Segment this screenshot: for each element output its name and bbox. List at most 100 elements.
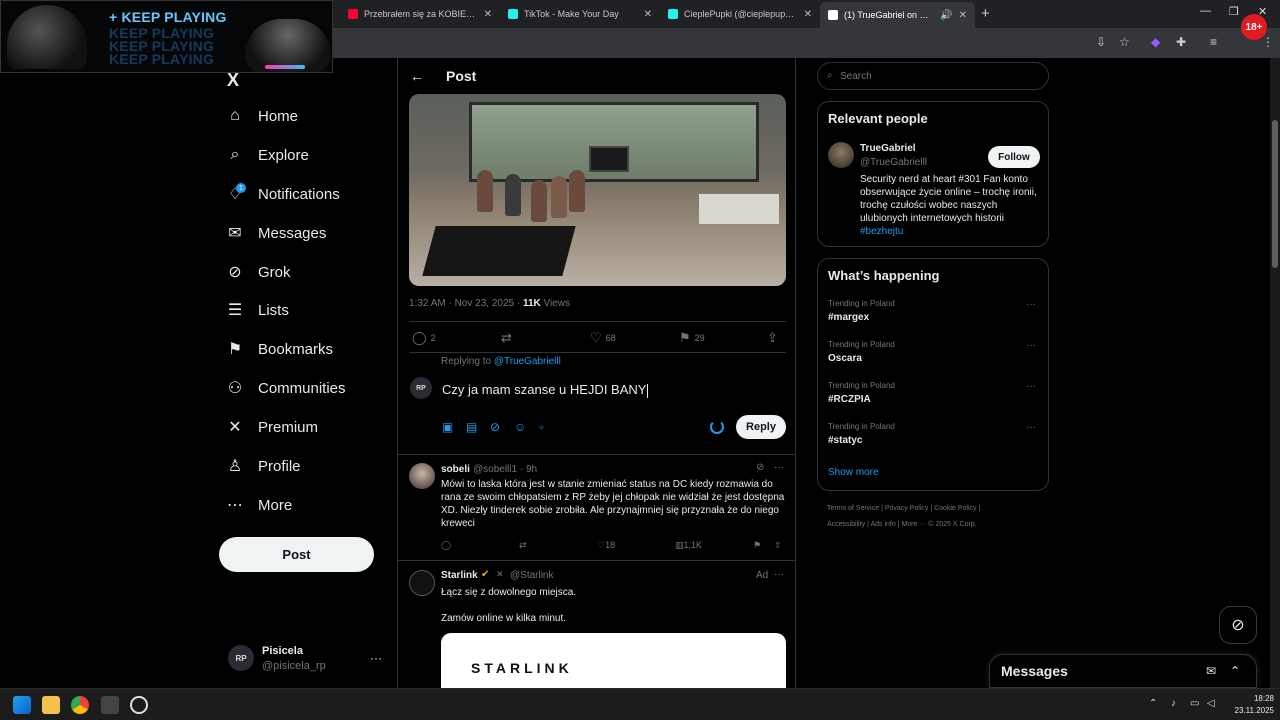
- network-icon[interactable]: ▭: [1190, 698, 1199, 709]
- close-icon[interactable]: ✕: [959, 10, 967, 21]
- repost-action[interactable]: ⇄: [501, 330, 516, 346]
- close-icon[interactable]: ✕: [644, 9, 652, 20]
- more-icon[interactable]: ···: [1026, 381, 1036, 392]
- more-icon[interactable]: ···: [1026, 299, 1036, 310]
- grok-floating-button[interactable]: ⊘: [1219, 606, 1257, 644]
- bookmark-action[interactable]: ⚑ 29: [679, 330, 705, 346]
- close-icon[interactable]: ✕: [804, 9, 812, 20]
- share-action[interactable]: ⇪: [767, 330, 782, 346]
- like-action[interactable]: ♡ 68: [590, 330, 616, 346]
- close-icon[interactable]: ✕: [484, 9, 492, 20]
- sidebar-item-profile[interactable]: ♙ Profile: [226, 451, 301, 481]
- location-icon[interactable]: ⌖: [538, 420, 550, 435]
- share-icon[interactable]: ⇪: [774, 540, 782, 551]
- follow-button[interactable]: Follow: [988, 146, 1040, 168]
- avatar[interactable]: RP: [410, 377, 432, 399]
- sidebar-item-messages[interactable]: ✉ Messages: [226, 218, 326, 248]
- bookmark-icon[interactable]: ⚑: [753, 540, 761, 551]
- person-handle[interactable]: @TrueGabrielll: [860, 157, 927, 168]
- ad-card[interactable]: STARLINK: [441, 633, 786, 688]
- trend-name[interactable]: #margex: [828, 312, 869, 323]
- app-icon[interactable]: [101, 696, 119, 714]
- sidebar-item-explore[interactable]: ⌕ Explore: [226, 140, 309, 170]
- trend-name[interactable]: #statyc: [828, 435, 862, 446]
- avatar[interactable]: RP: [228, 645, 254, 671]
- overlay-ad[interactable]: + KEEP PLAYING KEEP PLAYING KEEP PLAYING…: [0, 0, 333, 73]
- reply-author-handle[interactable]: @sobelli1 · 9h: [473, 464, 537, 475]
- collapse-icon[interactable]: ⌃: [1230, 664, 1240, 678]
- extension-icon[interactable]: ◆: [1151, 35, 1160, 49]
- chrome-icon[interactable]: [71, 696, 89, 714]
- bio-hashtag[interactable]: #bezhejtu: [860, 226, 903, 237]
- maximize-icon[interactable]: ❐: [1229, 5, 1239, 18]
- person-name[interactable]: TrueGabriel: [860, 143, 916, 154]
- sidebar-item-home[interactable]: ⌂ Home: [226, 101, 298, 131]
- more-icon[interactable]: ···: [774, 462, 784, 473]
- browser-tab-2[interactable]: TikTok - Make Your Day ✕: [500, 3, 660, 25]
- sidebar-item-grok[interactable]: ⊘ Grok: [226, 257, 290, 287]
- account-more-icon[interactable]: ···: [370, 651, 382, 665]
- like-action[interactable]: ♡ 18: [597, 540, 615, 551]
- footer-links[interactable]: Accessibility | Ads info | More ··· © 20…: [827, 521, 977, 528]
- file-explorer-icon[interactable]: [42, 696, 60, 714]
- repost-icon[interactable]: ⇄: [519, 540, 527, 551]
- more-icon[interactable]: ···: [1026, 340, 1036, 351]
- trend-name[interactable]: Oscara: [828, 353, 862, 364]
- reply-input-text[interactable]: Czy ja mam szanse u HEJDI BANY: [442, 382, 646, 397]
- minimize-icon[interactable]: —: [1200, 5, 1211, 17]
- ad-author-handle[interactable]: @Starlink: [510, 570, 554, 581]
- gif-icon[interactable]: ▤: [466, 420, 478, 435]
- sidebar-item-lists[interactable]: ☰ Lists: [226, 295, 289, 325]
- ad-author-name[interactable]: Starlink: [441, 570, 478, 581]
- emoji-icon[interactable]: ☺: [514, 420, 526, 435]
- starlink-logo[interactable]: [409, 570, 435, 596]
- image-icon[interactable]: ▣: [442, 420, 454, 435]
- account-name[interactable]: Pisicela: [262, 645, 303, 657]
- grok-icon[interactable]: ⊘: [490, 420, 502, 435]
- sidebar-item-communities[interactable]: ⚇ Communities: [226, 373, 346, 403]
- footer-links[interactable]: Terms of Service | Privacy Policy | Cook…: [827, 505, 980, 512]
- kebab-menu-icon[interactable]: ⋮: [1262, 35, 1274, 49]
- grok-icon[interactable]: ⊘: [756, 462, 764, 473]
- browser-tab-active[interactable]: (1) TrueGabriel on X: "Moc 🔊 ✕: [820, 2, 975, 28]
- post-media-image[interactable]: [409, 94, 786, 286]
- reply-action[interactable]: ◯ 2: [412, 330, 436, 346]
- sidebar-item-bookmarks[interactable]: ⚑ Bookmarks: [226, 334, 333, 364]
- star-icon[interactable]: ☆: [1119, 35, 1130, 49]
- sidebar-item-more[interactable]: ⋯ More: [226, 490, 292, 520]
- replying-handle[interactable]: @TrueGabrielll: [494, 356, 561, 367]
- new-tab-button[interactable]: +: [981, 5, 990, 22]
- browser-tab-1[interactable]: Przebrałem się za KOBIETĘ na S ✕: [340, 3, 500, 25]
- account-handle[interactable]: @pisicela_rp: [262, 660, 326, 672]
- post-button[interactable]: Post: [219, 537, 374, 572]
- post-timestamp[interactable]: 1:32 AM · Nov 23, 2025 ·: [409, 298, 523, 309]
- windows-start-icon[interactable]: [13, 696, 31, 714]
- more-icon[interactable]: ···: [774, 569, 784, 580]
- avatar[interactable]: [409, 463, 435, 489]
- more-icon[interactable]: ···: [1026, 422, 1036, 433]
- app-icon[interactable]: [130, 696, 148, 714]
- scrollbar-thumb[interactable]: [1272, 120, 1278, 268]
- messages-drawer[interactable]: Messages ✉ ⌃: [989, 654, 1257, 688]
- reply-button[interactable]: Reply: [736, 415, 786, 439]
- speaker-icon[interactable]: 🔊: [940, 10, 952, 21]
- views-action[interactable]: ▥ 1,1K: [675, 540, 702, 551]
- reply-author-name[interactable]: sobeli: [441, 464, 470, 475]
- browser-tab-3[interactable]: CieplePupki (@cieplepupki) | Ti ✕: [660, 3, 820, 25]
- chevron-up-icon[interactable]: ⌃: [1149, 698, 1157, 709]
- avatar[interactable]: [828, 142, 854, 168]
- media-icon[interactable]: ≡: [1210, 35, 1217, 49]
- search-input[interactable]: ⌕ Search: [817, 62, 1049, 90]
- new-message-icon[interactable]: ✉: [1206, 664, 1216, 678]
- back-arrow-icon[interactable]: ←: [410, 68, 424, 84]
- x-logo[interactable]: X: [227, 70, 239, 91]
- install-app-icon[interactable]: ⇩: [1096, 35, 1106, 49]
- reply-input[interactable]: Czy ja mam szanse u HEJDI BANY: [442, 382, 649, 398]
- microphone-icon[interactable]: ♪: [1171, 698, 1176, 709]
- show-more-link[interactable]: Show more: [828, 467, 879, 478]
- trend-name[interactable]: #RCZPIA: [828, 394, 871, 405]
- reply-icon[interactable]: ◯: [441, 540, 451, 551]
- sidebar-item-premium[interactable]: ✕ Premium: [226, 412, 318, 442]
- puzzle-icon[interactable]: ✚: [1176, 35, 1186, 49]
- volume-icon[interactable]: ◁: [1207, 698, 1215, 709]
